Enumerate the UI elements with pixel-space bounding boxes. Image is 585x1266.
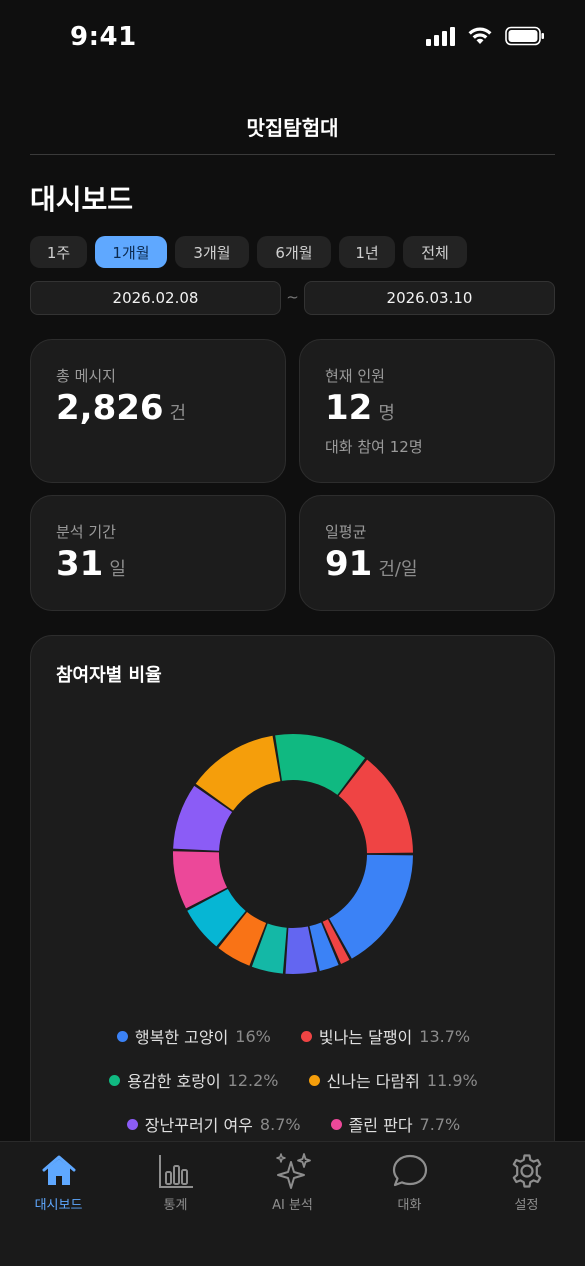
card-value: 12 명 [325,388,395,428]
cellular-signal-icon [426,26,455,46]
card-number: 12 [325,388,373,428]
legend-row: 용감한 호랑이 12.2% 신나는 다람쥐 11.9% [31,1068,556,1092]
period-chip-all[interactable]: 전체 [403,236,467,268]
tab-bar: 대시보드 통계 AI 분석 대화 설정 [0,1141,585,1266]
legend-item: 장난꾸러기 여우 8.7% [126,1112,301,1136]
daily-average-card: 일평균 91 건/일 [299,495,555,611]
group-title: 맛집탐험대 [246,116,339,140]
tab-statistics[interactable]: 통계 [117,1152,234,1213]
card-value: 91 건/일 [325,544,418,584]
card-number: 91 [325,544,373,584]
legend-percent: 16% [235,1026,271,1046]
card-number: 31 [56,544,104,584]
analysis-period-card: 분석 기간 31 일 [30,495,286,611]
gear-icon [512,1154,541,1188]
legend-dot [330,1118,342,1130]
card-label: 일평균 [325,523,367,541]
legend-item: 행복한 고양이 16% [116,1024,271,1048]
tab-label: AI 분석 [272,1198,313,1213]
current-members-card: 현재 인원 12 명 대화 참여 12명 [299,339,555,483]
legend-percent: 12.2% [227,1070,279,1090]
legend-name: 졸린 판다 [348,1116,413,1135]
chart-title: 참여자별 비율 [56,665,162,686]
legend-dot [126,1118,138,1130]
legend-dot [116,1030,128,1042]
participant-ratio-card: 참여자별 비율 행복한 고양이 16% 빛나는 달팽이 13.7% 용감한 호랑… [30,635,555,1195]
period-chip-1year[interactable]: 1년 [339,236,395,268]
tab-ai-analysis[interactable]: AI 분석 [234,1152,351,1213]
legend-percent: 11.9% [426,1070,478,1090]
legend-dot [308,1074,320,1086]
tab-dashboard[interactable]: 대시보드 [0,1152,117,1213]
card-unit: 건 [169,403,187,424]
period-chip-3months[interactable]: 3개월 [175,236,249,268]
status-bar: 9:41 [0,0,585,80]
start-date-field[interactable]: 2026.02.08 [30,281,281,315]
participant-donut-chart [173,734,413,974]
total-messages-card: 총 메시지 2,826 건 [30,339,286,483]
legend-percent: 13.7% [419,1026,471,1046]
legend-percent: 7.7% [419,1114,461,1134]
period-selector: 1주 1개월 3개월 6개월 1년 전체 [30,236,467,268]
home-icon [42,1155,75,1185]
card-label: 총 메시지 [56,367,116,385]
wifi-icon [468,27,492,44]
legend-item: 졸린 판다 7.7% [330,1112,461,1136]
legend-dot [300,1030,312,1042]
bar-chart-icon [158,1155,193,1188]
tab-settings[interactable]: 설정 [468,1152,585,1213]
tab-chat[interactable]: 대화 [351,1152,468,1213]
donut-slice-1[interactable] [329,854,413,959]
legend-item: 빛나는 달팽이 13.7% [300,1024,471,1048]
card-unit: 건/일 [378,559,418,580]
end-date-field[interactable]: 2026.03.10 [304,281,555,315]
status-time: 9:41 [70,22,137,52]
card-number: 2,826 [56,388,164,428]
legend-name: 빛나는 달팽이 [318,1028,413,1047]
chat-bubble-icon [392,1154,427,1187]
card-label: 분석 기간 [56,523,116,541]
legend-item: 신나는 다람쥐 11.9% [308,1068,478,1092]
page-title: 대시보드 [30,183,134,216]
legend-name: 장난꾸러기 여우 [144,1116,253,1135]
legend-row: 행복한 고양이 16% 빛나는 달팽이 13.7% [31,1024,556,1048]
card-subtext: 대화 참여 12명 [325,438,423,456]
header-divider [30,154,555,155]
date-range: 2026.02.08 ~ 2026.03.10 [30,281,555,315]
legend-name: 신나는 다람쥐 [326,1072,420,1091]
legend-percent: 8.7% [259,1114,301,1134]
tab-label: 설정 [514,1198,539,1213]
date-separator: ~ [286,288,299,306]
period-chip-6months[interactable]: 6개월 [257,236,331,268]
dashboard-screen: 9:41 맛집탐험대 대시보드 1주 1개월 3개월 6개월 1년 전체 202… [0,0,585,1266]
legend-row: 장난꾸러기 여우 8.7% 졸린 판다 7.7% [31,1112,556,1136]
card-value: 2,826 건 [56,388,186,428]
tab-label: 통계 [163,1198,188,1213]
sparkles-icon [275,1153,311,1189]
battery-icon [505,26,544,46]
tab-label: 대화 [397,1198,422,1213]
legend-name: 행복한 고양이 [134,1028,229,1047]
legend-dot [109,1074,121,1086]
period-chip-1week[interactable]: 1주 [30,236,87,268]
card-label: 현재 인원 [325,367,385,385]
card-unit: 명 [378,403,395,424]
tab-label: 대시보드 [34,1198,83,1213]
status-icons [426,26,545,46]
legend-item: 용감한 호랑이 12.2% [109,1068,279,1092]
legend-name: 용감한 호랑이 [127,1072,221,1091]
card-value: 31 일 [56,544,126,584]
card-unit: 일 [109,559,126,580]
period-chip-1month[interactable]: 1개월 [95,236,167,268]
